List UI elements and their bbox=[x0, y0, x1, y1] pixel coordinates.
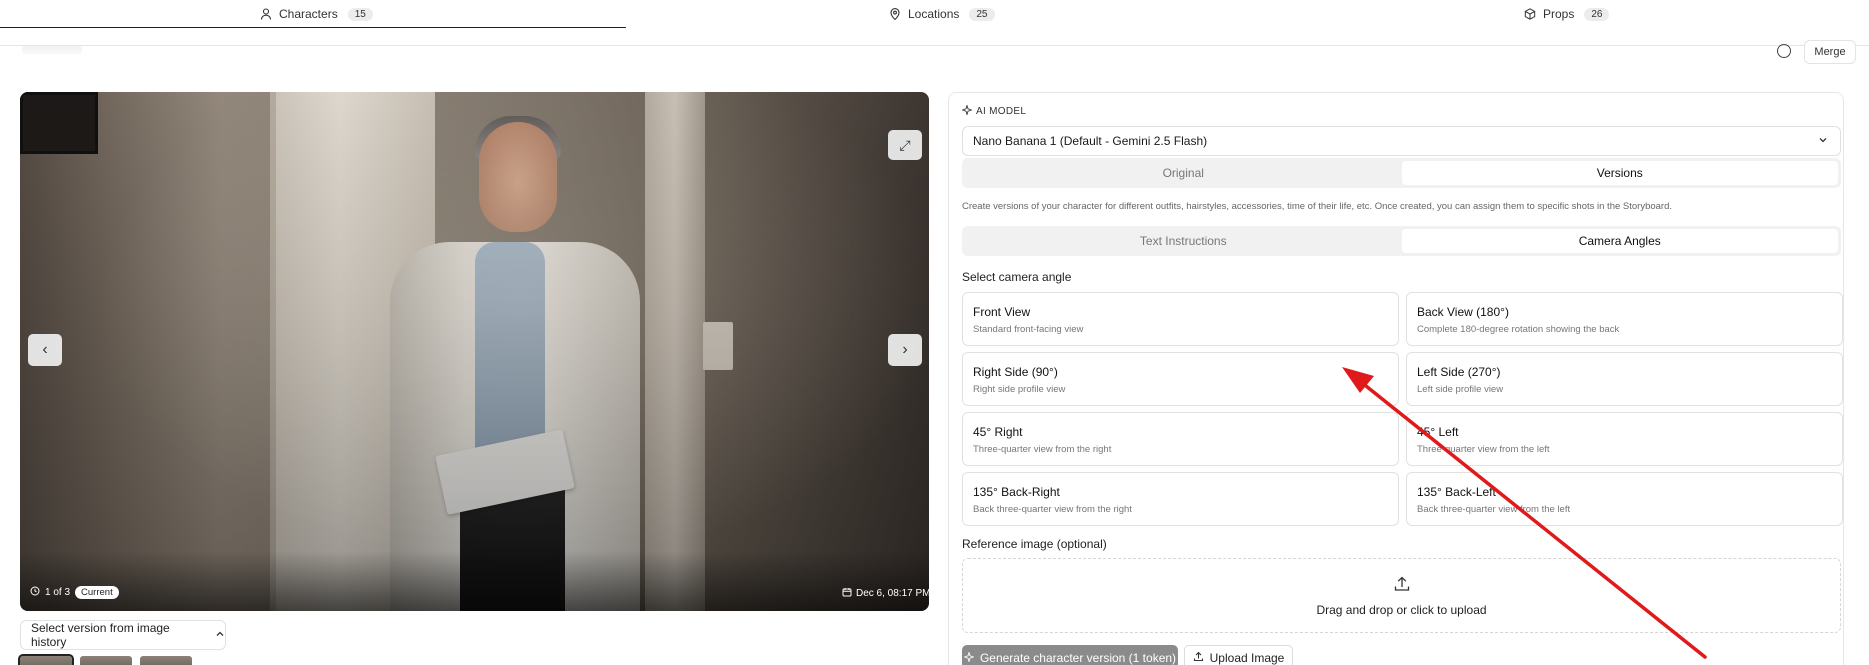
version-history-label: Select version from image history bbox=[31, 621, 170, 649]
version-thumbnails bbox=[18, 654, 192, 665]
generate-version-button[interactable]: Generate character version (1 token) bbox=[962, 645, 1178, 665]
calendar-icon bbox=[842, 587, 852, 600]
upload-image-button[interactable]: Upload Image bbox=[1184, 645, 1293, 665]
image-date-text: Dec 6, 08:17 PM bbox=[856, 588, 931, 599]
angle-title: 45° Left bbox=[1417, 425, 1459, 439]
tab-label: Characters bbox=[279, 7, 338, 21]
image-date: Dec 6, 08:17 PM bbox=[842, 587, 930, 600]
history-icon bbox=[30, 586, 40, 599]
version-thumbnail[interactable] bbox=[18, 654, 74, 665]
angle-subtitle: Standard front-facing view bbox=[973, 324, 1084, 335]
version-count-text: 1 of 3 bbox=[45, 587, 71, 598]
tab-original[interactable]: Original bbox=[965, 161, 1402, 185]
tab-text-instructions[interactable]: Text Instructions bbox=[965, 229, 1402, 253]
page-title-faded bbox=[22, 46, 82, 54]
tab-label: Locations bbox=[908, 7, 960, 21]
next-image-button[interactable]: › bbox=[888, 334, 922, 366]
expand-icon[interactable]: ⤢ bbox=[888, 130, 922, 160]
active-tab-indicator bbox=[0, 27, 626, 28]
tab-locations[interactable]: Locations 25 bbox=[888, 0, 995, 28]
image-bottom-shade bbox=[20, 551, 929, 611]
angle-title: 45° Right bbox=[973, 425, 1023, 439]
versions-description: Create versions of your character for di… bbox=[962, 201, 1673, 212]
angle-title: Back View (180°) bbox=[1417, 305, 1509, 319]
angle-title: 135° Back-Left bbox=[1417, 485, 1496, 499]
select-camera-angle-label: Select camera angle bbox=[962, 270, 1072, 284]
merge-button[interactable]: Merge bbox=[1804, 40, 1856, 64]
ai-model-select[interactable]: Nano Banana 1 (Default - Gemini 2.5 Flas… bbox=[962, 126, 1841, 156]
current-badge: Current bbox=[75, 586, 119, 599]
angle-card-45-left[interactable]: 45° Left Three-quarter view from the lef… bbox=[1406, 412, 1843, 466]
tab-camera-angles[interactable]: Camera Angles bbox=[1401, 229, 1838, 253]
angle-subtitle: Complete 180-degree rotation showing the… bbox=[1417, 324, 1620, 335]
character-image-viewer bbox=[20, 92, 929, 611]
angle-title: Right Side (90°) bbox=[973, 365, 1058, 379]
angle-subtitle: Right side profile view bbox=[973, 384, 1066, 395]
reference-image-label: Reference image (optional) bbox=[962, 537, 1107, 551]
angle-card-front-view[interactable]: Front View Standard front-facing view bbox=[962, 292, 1399, 346]
image-lighting bbox=[20, 92, 929, 611]
upload-icon bbox=[1193, 651, 1204, 665]
angle-subtitle: Back three-quarter view from the right bbox=[973, 504, 1132, 515]
instruction-toggle: Text Instructions Camera Angles bbox=[962, 226, 1841, 256]
ai-model-label: AI MODEL bbox=[961, 103, 1027, 118]
dropzone-text: Drag and drop or click to upload bbox=[1316, 602, 1487, 617]
chevron-up-icon bbox=[215, 628, 225, 642]
tab-count: 15 bbox=[347, 7, 373, 21]
version-history-select[interactable]: Select version from image history bbox=[20, 620, 226, 650]
person-icon bbox=[259, 7, 273, 21]
angle-card-right-side[interactable]: Right Side (90°) Right side profile view bbox=[962, 352, 1399, 406]
angle-card-135-back-right[interactable]: 135° Back-Right Back three-quarter view … bbox=[962, 472, 1399, 526]
top-tab-bar: Characters 15 Locations 25 Props 26 bbox=[0, 0, 1869, 46]
mode-toggle: Original Versions bbox=[962, 158, 1841, 188]
box-icon bbox=[1523, 7, 1537, 21]
angle-card-back-view[interactable]: Back View (180°) Complete 180-degree rot… bbox=[1406, 292, 1843, 346]
angle-subtitle: Back three-quarter view from the left bbox=[1417, 504, 1571, 515]
version-thumbnail[interactable] bbox=[140, 656, 192, 665]
angle-card-45-right[interactable]: 45° Right Three-quarter view from the ri… bbox=[962, 412, 1399, 466]
angle-card-135-back-left[interactable]: 135° Back-Left Back three-quarter view f… bbox=[1406, 472, 1843, 526]
upload-label: Upload Image bbox=[1209, 651, 1285, 665]
ai-model-value: Nano Banana 1 (Default - Gemini 2.5 Flas… bbox=[973, 134, 1208, 148]
upload-icon bbox=[1393, 575, 1411, 596]
angle-subtitle: Three-quarter view from the right bbox=[973, 444, 1112, 455]
chevron-down-icon bbox=[1818, 134, 1828, 148]
angle-title: Left Side (270°) bbox=[1417, 365, 1501, 379]
angle-title: 135° Back-Right bbox=[973, 485, 1060, 499]
tab-label: Props bbox=[1543, 7, 1575, 21]
version-counter: 1 of 3 Current bbox=[30, 586, 119, 599]
refresh-icon[interactable] bbox=[1777, 44, 1791, 58]
angle-subtitle: Three-quarter view from the left bbox=[1417, 444, 1550, 455]
tab-versions[interactable]: Versions bbox=[1401, 161, 1838, 185]
tab-props[interactable]: Props 26 bbox=[1523, 0, 1610, 28]
sparkle-icon bbox=[961, 103, 973, 118]
previous-image-button[interactable]: ‹ bbox=[28, 334, 62, 366]
angle-title: Front View bbox=[973, 305, 1031, 319]
angle-card-left-side[interactable]: Left Side (270°) Left side profile view bbox=[1406, 352, 1843, 406]
generate-label: Generate character version (1 token) bbox=[979, 651, 1177, 665]
tab-count: 25 bbox=[969, 7, 995, 21]
angle-subtitle: Left side profile view bbox=[1417, 384, 1504, 395]
ai-model-label-text: AI MODEL bbox=[976, 106, 1027, 117]
version-thumbnail[interactable] bbox=[80, 656, 132, 665]
map-pin-icon bbox=[888, 7, 902, 21]
tab-count: 26 bbox=[1584, 7, 1610, 21]
sparkle-icon bbox=[963, 650, 975, 665]
reference-image-dropzone[interactable]: Drag and drop or click to upload bbox=[962, 558, 1841, 633]
tab-characters[interactable]: Characters 15 bbox=[259, 0, 373, 28]
